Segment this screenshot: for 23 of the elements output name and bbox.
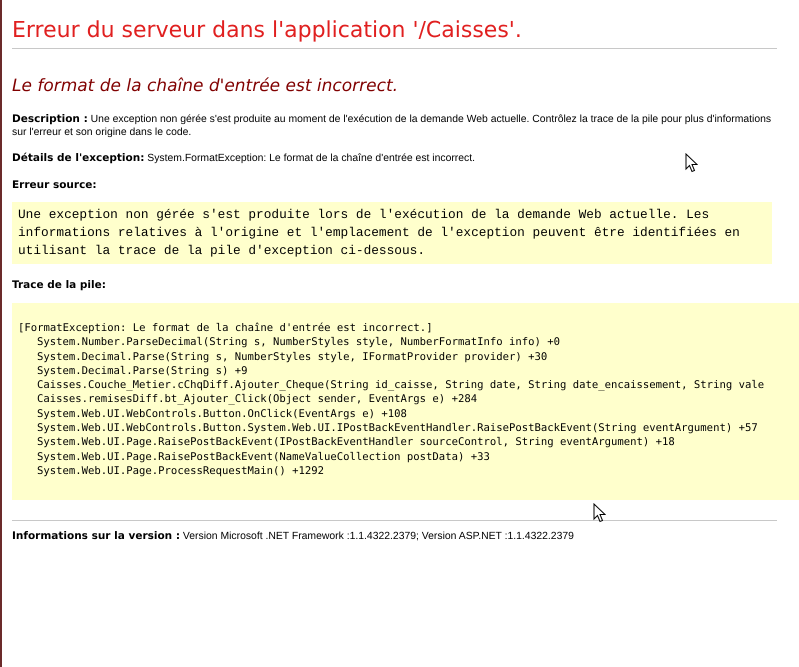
stack-frame-line: System.Number.ParseDecimal(String s, NumberStyles style, NumberFormatInfo info) +0 [36, 335, 561, 350]
description-text: Description : Une exception non gérée s'est produite au moment de l'exécution de la demande Web actuelle. Contrôlez la trace de la pile pour plus d'informations sur l'erreur et son origine dans le code. [12, 113, 772, 139]
stack-frame-line: Caisses.remisesDiff.bt_Ajouter_Click(Object sender, EventArgs e) +284 [36, 392, 478, 407]
code-line: utilisant la trace de la pile d'exception ci-dessous. [18, 242, 426, 260]
error-message: Le format de la chaîne d'entrée est incorrect. [12, 75, 400, 97]
stack-frame-line: System.Web.UI.Page.RaisePostBackEvent(IPostBackEventHandler sourceControl, String eventArgument) +18 [36, 435, 676, 450]
stack-frame-line: System.Web.UI.WebControls.Button.System.Web.UI.IPostBackEventHandler.RaisePostBackEvent(String eventArgument) +57 [36, 421, 759, 436]
stack-frame-line: System.Decimal.Parse(String s, NumberStyles style, IFormatProvider provider) +30 [36, 350, 548, 364]
mouse-cursor-icon [593, 503, 606, 523]
stack-frame-line: System.Web.UI.Page.RaisePostBackEvent(NameValueCollection postData) +33 [36, 450, 491, 464]
exception-line: [FormatException: Le format de la chaîne d'entrée est incorrect.] [18, 321, 434, 336]
version-info-text: Informations sur la version : Version Microsoft .NET Framework :1.1.4322.2379; Version ASP.NET :1.1.4322.2379 [12, 530, 574, 544]
exception-details-text: Détails de l'exception: System.FormatException: Le format de la chaîne d'entrée est incorrect. [12, 152, 476, 165]
stack-frame-line: Caisses.Couche_Metier.cChqDiff.Ajouter_Cheque(String id_caisse, String date, String date_encaissement, String vale [36, 378, 766, 392]
code-line: informations relatives à l'origine et l'emplacement de l'exception peuvent être identifiées en [18, 224, 741, 242]
code-line: Une exception non gérée s'est produite lors de l'exécution de la demande Web actuelle. Les [18, 206, 710, 224]
stack-frame-line: System.Decimal.Parse(String s) +9 [36, 364, 248, 378]
source-error-label: Erreur source: [12, 179, 98, 191]
mouse-cursor-icon [685, 153, 698, 173]
page-title: Erreur du serveur dans l'application '/Caisses'. [12, 18, 523, 44]
stack-trace-label: Trace de la pile: [12, 279, 107, 291]
stack-frame-line: System.Web.UI.Page.ProcessRequestMain() +1292 [36, 464, 326, 478]
stack-frame-line: System.Web.UI.WebControls.Button.OnClick(EventArgs e) +108 [36, 406, 408, 422]
